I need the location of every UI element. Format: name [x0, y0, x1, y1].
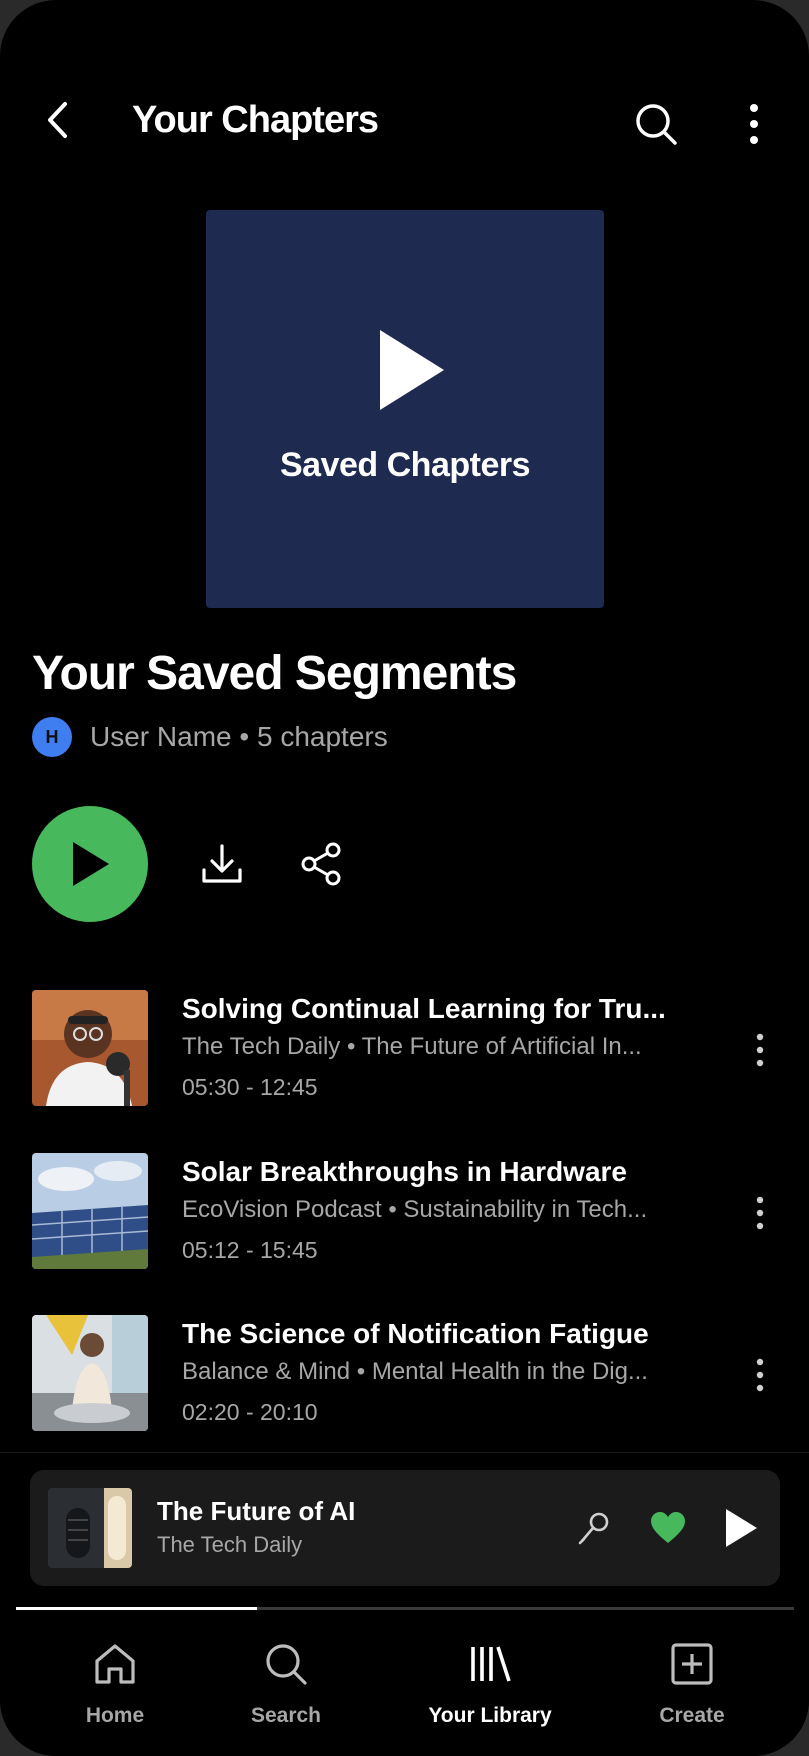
separator-dot: • [239, 721, 257, 752]
track-time-range: 05:12 - 15:45 [182, 1237, 318, 1263]
more-vertical-icon [756, 1196, 764, 1230]
home-icon [95, 1644, 135, 1684]
more-vertical-icon [756, 1033, 764, 1067]
nav-item-your-library[interactable]: Your Library [415, 1634, 565, 1734]
app-screen: Your Chapters Saved Chapters Your Saved … [0, 0, 809, 1756]
library-icon [471, 1646, 511, 1682]
track-more-button[interactable] [740, 1191, 780, 1235]
track-subtitle: The Tech Daily • The Future of Artificia… [182, 1033, 642, 1060]
track-time-range: 05:30 - 12:45 [182, 1074, 318, 1100]
playback-progress-fill [16, 1607, 258, 1610]
more-vertical-icon [750, 104, 758, 144]
owner-meta: User Name • 5 chapters [90, 721, 388, 753]
mini-play-button[interactable] [716, 1502, 766, 1554]
nav-label: Home [85, 1704, 145, 1727]
chevron-left-icon [48, 102, 67, 138]
create-icon [671, 1643, 713, 1685]
share-button[interactable] [294, 836, 350, 892]
download-button[interactable] [194, 836, 250, 892]
track-thumbnail [32, 1315, 148, 1431]
cover-label: Saved Chapters [280, 446, 531, 484]
avatar[interactable]: H [32, 717, 72, 757]
track-subtitle: Balance & Mind • Mental Health in the Di… [182, 1358, 648, 1385]
track-title: The Science of Notification Fatigue [182, 1318, 649, 1349]
more-vertical-icon [756, 1358, 764, 1392]
track-title: Solving Continual Learning for Tru... [182, 993, 666, 1024]
play-icon [73, 842, 109, 886]
track-subtitle: EcoVision Podcast • Sustainability in Te… [182, 1196, 648, 1223]
microphone-button[interactable] [570, 1504, 618, 1552]
top-bar: Your Chapters [0, 72, 809, 168]
nav-label: Search [250, 1704, 322, 1727]
playlist-owner-row: H User Name • 5 chapters [32, 716, 388, 758]
chapter-count: 5 chapters [256, 721, 388, 752]
microphone-icon [578, 1512, 609, 1545]
share-icon [301, 842, 341, 886]
bottom-navigation: Home Search Your Library Create [0, 1616, 809, 1756]
back-button[interactable] [36, 94, 80, 146]
search-button[interactable] [628, 96, 684, 152]
mini-player[interactable]: The Future of AI The Tech Daily [30, 1470, 780, 1586]
search-icon [266, 1644, 307, 1685]
play-icon [380, 330, 444, 410]
download-icon [202, 844, 242, 883]
page-title: Your Chapters [132, 99, 379, 141]
track-more-button[interactable] [740, 1353, 780, 1397]
track-time-range: 02:20 - 20:10 [182, 1399, 318, 1425]
like-button[interactable] [642, 1504, 694, 1552]
track-more-button[interactable] [740, 1028, 780, 1072]
mini-player-artwork [48, 1488, 132, 1568]
track-title: Solar Breakthroughs in Hardware [182, 1156, 628, 1187]
owner-name[interactable]: User Name [90, 721, 232, 752]
heart-icon [651, 1512, 685, 1543]
track-row[interactable]: Solar Breakthroughs in Hardware EcoVisio… [0, 1153, 809, 1273]
playlist-title: Your Saved Segments [32, 647, 517, 700]
track-thumbnail [32, 990, 148, 1106]
mini-player-title: The Future of AI [157, 1496, 356, 1526]
track-row[interactable]: Solving Continual Learning for Tru... Th… [0, 990, 809, 1110]
nav-item-search[interactable]: Search [211, 1634, 361, 1734]
nav-item-create[interactable]: Create [617, 1634, 767, 1734]
play-icon [726, 1509, 757, 1547]
play-all-button[interactable] [32, 806, 148, 922]
nav-item-home[interactable]: Home [40, 1634, 190, 1734]
nav-label: Your Library [428, 1704, 552, 1727]
search-icon [636, 104, 677, 145]
track-row[interactable]: The Science of Notification Fatigue Bala… [0, 1315, 809, 1435]
playlist-cover: Saved Chapters [206, 210, 604, 608]
playback-progress-bar[interactable] [16, 1607, 794, 1610]
track-thumbnail [32, 1153, 148, 1269]
divider [0, 1452, 809, 1453]
mini-player-subtitle: The Tech Daily [157, 1532, 303, 1557]
nav-label: Create [659, 1704, 725, 1727]
more-options-button[interactable] [732, 96, 776, 152]
